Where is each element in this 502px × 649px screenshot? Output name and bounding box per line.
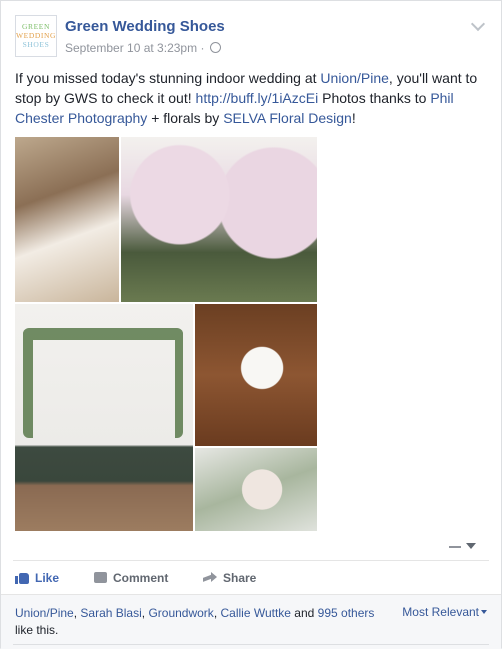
action-bar: Like Comment Share [15,567,485,589]
divider [13,644,489,645]
most-relevant-dropdown[interactable]: Most Relevant [402,605,487,619]
like-this-text: like this. [15,623,59,637]
share-icon [203,572,217,583]
logo-line: WEDDING [16,31,57,40]
divider [13,560,489,561]
photo-couple-closeup[interactable] [15,137,119,302]
post-text-part: Photos thanks to [318,90,431,106]
post-text-part: If you missed today's stunning indoor we… [15,70,321,86]
comment-icon [94,572,107,584]
garland-decoration [23,328,183,438]
comment-button[interactable]: Comment [94,570,168,585]
chevron-down-icon[interactable] [470,16,486,32]
meta-separator: · [200,41,205,55]
triangle-down-icon [466,543,476,549]
like-label: Like [35,570,60,585]
caret-down-icon [481,610,487,614]
post-meta: September 10 at 3:23pm · [65,41,221,55]
union-pine-link[interactable]: Union/Pine [320,70,389,86]
liker-link[interactable]: Union/Pine [15,606,74,620]
liker-link[interactable]: Sarah Blasi [80,606,141,620]
post-timestamp[interactable]: September 10 at 3:23pm [65,41,197,55]
buff-url-link[interactable]: http://buff.ly/1iAzcEi [196,90,319,106]
comment-label: Comment [113,570,169,585]
likes-footer: Union/Pine, Sarah Blasi, Groundwork, Cal… [1,595,501,649]
others-link[interactable]: 995 others [318,606,375,620]
like-button[interactable]: Like [15,570,59,585]
logo-line: GREEN [22,22,50,31]
sort-label: Most Relevant [402,605,479,619]
thumbs-up-icon [15,571,29,585]
post-header: GREEN WEDDING SHOES Green Wedding Shoes … [15,15,486,59]
globe-icon[interactable] [209,42,221,53]
share-label: Share [223,570,257,585]
florist-link[interactable]: SELVA Floral Design [223,110,352,126]
photo-floral-arch[interactable] [15,304,193,531]
logo-line: SHOES [22,40,50,49]
post-text-part: + florals by [147,110,224,126]
page-logo[interactable]: GREEN WEDDING SHOES [15,15,57,57]
photo-wedding-cake[interactable] [195,304,317,446]
photo-couple-flowers[interactable] [121,137,317,302]
post-text-part: ! [351,110,356,126]
photo-grid [15,137,317,531]
dash-icon [449,546,461,548]
post-card: GREEN WEDDING SHOES Green Wedding Shoes … [0,0,502,649]
liker-link[interactable]: Groundwork [148,606,213,620]
likers-summary: Union/Pine, Sarah Blasi, Groundwork, Cal… [15,605,385,639]
liker-link[interactable]: Callie Wuttke [220,606,290,620]
more-options-button[interactable] [449,541,479,553]
share-button[interactable]: Share [203,570,256,585]
photo-bouquet[interactable] [195,448,317,531]
page-name-link[interactable]: Green Wedding Shoes [65,18,225,35]
separator: and [290,606,318,620]
post-text: If you missed today's stunning indoor we… [15,68,489,128]
